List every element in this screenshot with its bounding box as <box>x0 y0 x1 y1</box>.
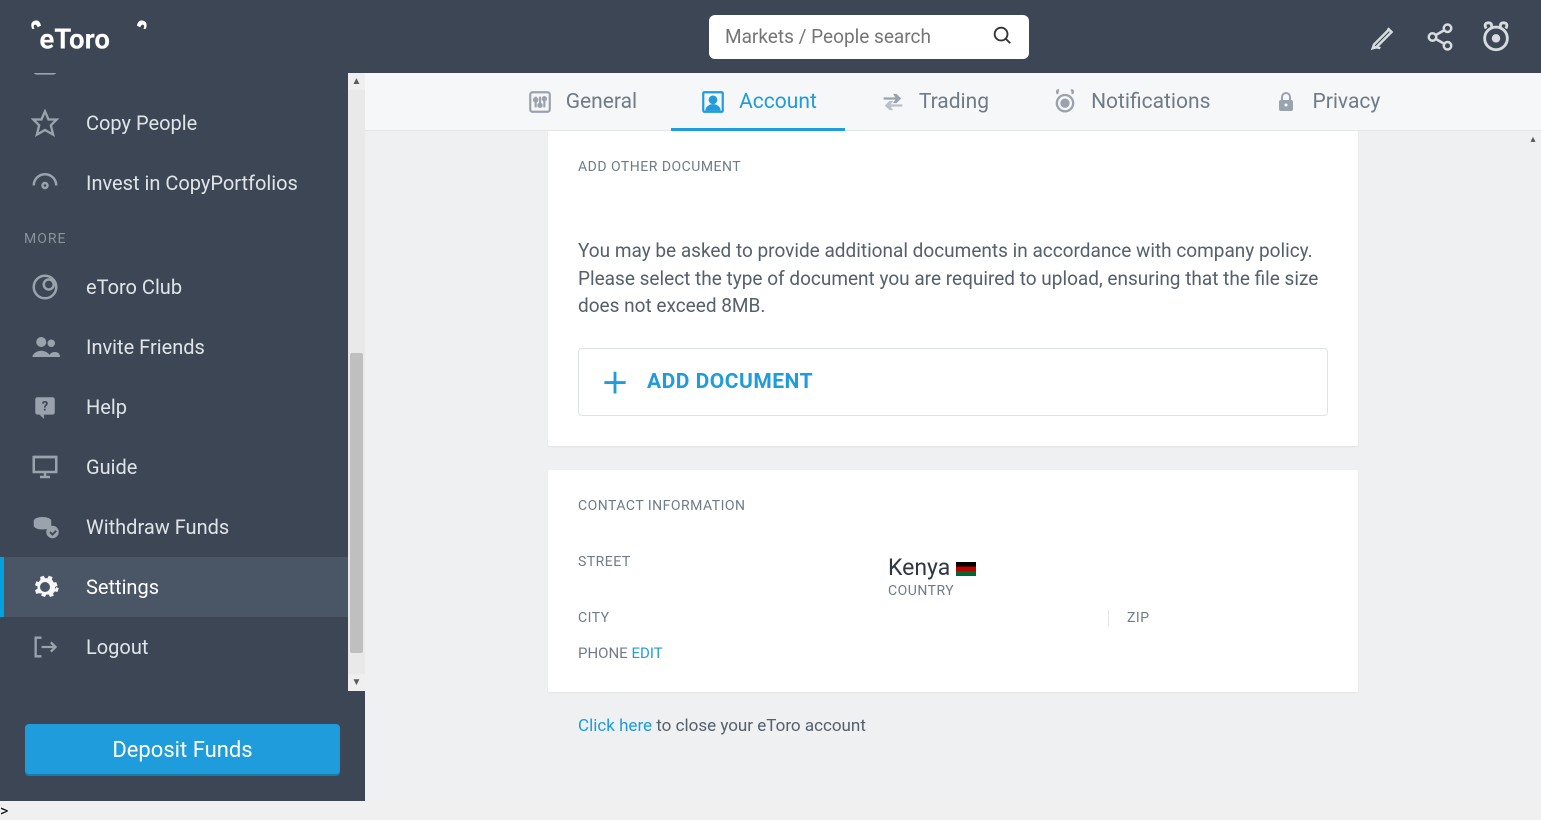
deposit-funds-button[interactable]: Deposit Funds <box>25 724 340 776</box>
sidebar-item-logout[interactable]: Logout <box>0 617 365 677</box>
sliders-icon <box>526 88 554 116</box>
chart-icon <box>28 73 62 80</box>
add-document-button[interactable]: ＋ ADD DOCUMENT <box>578 348 1328 416</box>
zip-label: ZIP <box>1127 610 1328 626</box>
search-input[interactable] <box>725 25 991 48</box>
search-box[interactable] <box>709 15 1029 59</box>
sidebar-item-invite-friends[interactable]: Invite Friends <box>0 317 365 377</box>
kenya-flag-icon <box>956 562 976 576</box>
tab-label: Trading <box>919 90 989 114</box>
plus-icon: ＋ <box>601 362 629 402</box>
person-frame-icon <box>699 88 727 116</box>
add-document-label: ADD DOCUMENT <box>647 370 813 394</box>
logout-icon <box>28 630 62 664</box>
add-document-card: ADD OTHER DOCUMENT You may be asked to p… <box>548 131 1358 446</box>
tab-general[interactable]: General <box>526 73 637 130</box>
sidebar-item-trade-markets[interactable]: Trade Markets <box>0 73 365 93</box>
content-scrollbar[interactable]: ▴ <box>1525 131 1541 801</box>
settings-tabs: General Account Trading Notifications Pr… <box>365 73 1541 131</box>
tab-label: General <box>566 90 637 114</box>
tab-label: Privacy <box>1312 90 1380 114</box>
tab-label: Account <box>739 90 817 114</box>
scroll-down-icon[interactable]: ▼ <box>348 674 365 691</box>
share-icon[interactable] <box>1423 20 1457 54</box>
sidebar-item-etoro-club[interactable]: eToro Club <box>0 257 365 317</box>
street-label: STREET <box>578 554 888 570</box>
star-icon <box>28 106 62 140</box>
logo[interactable]: eToro <box>0 0 365 73</box>
sidebar-label: Withdraw Funds <box>86 515 229 539</box>
coins-icon <box>28 510 62 544</box>
scroll-thumb[interactable] <box>350 353 363 653</box>
svg-text:?: ? <box>42 399 48 414</box>
contact-card: CONTACT INFORMATION STREET Kenya COUNTRY… <box>548 470 1358 692</box>
arrows-icon <box>879 88 907 116</box>
help-icon: ? <box>28 390 62 424</box>
gear-icon <box>28 570 62 604</box>
svg-text:eToro: eToro <box>39 22 110 55</box>
tab-account[interactable]: Account <box>699 73 817 130</box>
write-post-icon[interactable] <box>1367 20 1401 54</box>
sidebar-label: Copy People <box>86 111 197 135</box>
sidebar-label: Guide <box>86 455 137 479</box>
sidebar-item-guide[interactable]: Guide <box>0 437 365 497</box>
presentation-icon <box>28 450 62 484</box>
sidebar-label: Invite Friends <box>86 335 205 359</box>
sidebar-label: Settings <box>86 575 159 599</box>
scroll-up-icon[interactable]: ▴ <box>1525 131 1541 147</box>
close-account-link[interactable]: Click here <box>578 716 652 736</box>
sidebar: eToro Trade Markets Copy People Invest i… <box>0 0 365 801</box>
tab-privacy[interactable]: Privacy <box>1272 73 1380 130</box>
sidebar-label: Logout <box>86 635 148 659</box>
sidebar-scrollbar[interactable]: ▲ ▼ <box>348 73 365 691</box>
card-title: CONTACT INFORMATION <box>578 498 1328 514</box>
country-label: COUNTRY <box>888 583 1108 599</box>
sidebar-label: Trade Markets <box>86 73 214 75</box>
close-account-text: to close your eToro account <box>652 716 866 736</box>
sidebar-item-help[interactable]: ? Help <box>0 377 365 437</box>
club-icon <box>28 270 62 304</box>
city-label: CITY <box>578 610 888 626</box>
search-icon[interactable] <box>991 24 1013 50</box>
tab-trading[interactable]: Trading <box>879 73 989 130</box>
sidebar-label: Help <box>86 395 127 419</box>
tab-label: Notifications <box>1091 90 1210 114</box>
sidebar-item-withdraw[interactable]: Withdraw Funds <box>0 497 365 557</box>
sidebar-item-copy-people[interactable]: Copy People <box>0 93 365 153</box>
etoro-small-icon <box>1051 88 1079 116</box>
card-description: You may be asked to provide additional d… <box>578 237 1328 320</box>
topbar <box>365 0 1541 73</box>
phone-row: PHONE EDIT <box>578 644 1328 662</box>
etoro-badge-icon[interactable] <box>1479 20 1513 54</box>
phone-label: PHONE <box>578 644 628 662</box>
card-title: ADD OTHER DOCUMENT <box>578 159 1328 175</box>
people-icon <box>28 330 62 364</box>
sidebar-section-more: MORE <box>0 213 365 257</box>
sidebar-item-settings[interactable]: Settings <box>0 557 365 617</box>
sidebar-item-copyportfolios[interactable]: Invest in CopyPortfolios <box>0 153 365 213</box>
gauge-icon <box>28 166 62 200</box>
scroll-up-icon[interactable]: ▲ <box>348 73 365 90</box>
edit-phone-link[interactable]: EDIT <box>631 644 662 662</box>
content-area: ADD OTHER DOCUMENT You may be asked to p… <box>365 131 1541 801</box>
sidebar-label: Invest in CopyPortfolios <box>86 171 298 195</box>
close-account-line: Click here to close your eToro account <box>548 716 1358 736</box>
country-value: Kenya <box>888 554 1108 581</box>
tab-notifications[interactable]: Notifications <box>1051 73 1210 130</box>
lock-icon <box>1272 88 1300 116</box>
sidebar-label: eToro Club <box>86 275 182 299</box>
